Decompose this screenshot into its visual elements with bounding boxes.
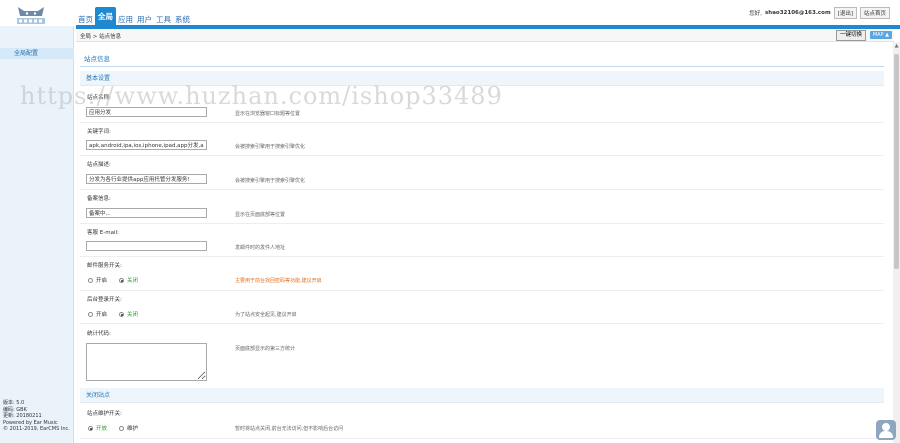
mail-switch-options: 开启 关闭 [88,276,138,284]
site-name-input[interactable] [86,107,207,117]
maintenance-label: 站点维护开关: [87,411,122,417]
service-email-label: 客服 E-mail: [87,230,119,236]
nav-global[interactable]: 全局 [95,7,116,26]
main-nav: 首页 全局 应用 用户 工具 系统 [76,7,192,26]
login-switch-options: 开启 关闭 [88,310,138,318]
quick-switch-button[interactable]: 一键切换 [835,30,866,41]
breadcrumb: 全局 > 站点信息 [80,34,122,40]
stats-code-textarea[interactable] [86,343,207,381]
row-divider [80,155,884,156]
greeting: 您好, [749,11,763,17]
sidebar: 全局配置 版本: 5.0 编码: GBK 更新: 20180211 Powere… [0,26,74,443]
page-title: 站点信息 [84,55,110,63]
page-scrollbar[interactable]: ▲ [893,42,900,443]
mail-off-label: 关闭 [127,278,139,284]
keywords-hint: 会被搜索引擎用于搜索引擎优化 [235,144,306,150]
earcms-logo [17,7,45,24]
login-off-label: 关闭 [127,312,139,318]
icp-hint: 显示在页面底部等位置 [235,212,286,218]
row-divider [80,256,884,257]
login-switch-hint: 为了站点安全起见,建议开启 [235,312,297,318]
version-info: 版本: 5.0 编码: GBK 更新: 20180211 Powered by … [3,400,70,433]
user-icon [882,423,890,431]
row-divider [80,438,884,439]
maintenance-options: 开放 维护 [88,424,138,432]
update-line: 更新: 20180211 [3,413,42,420]
user-email: shao32106@163.com [765,10,831,16]
sidebar-item-global-config[interactable]: 全局配置 [0,48,74,59]
mail-switch-label: 邮件服务开关: [87,263,122,269]
keywords-input[interactable] [86,140,207,150]
description-hint: 会被搜索引擎用于搜索引擎优化 [235,178,306,184]
row-divider [80,223,884,224]
version-line: 版本: 5.0 [3,400,25,406]
row-divider [80,122,884,123]
row-divider [80,189,884,190]
login-off-radio[interactable] [119,311,125,317]
mail-on-radio[interactable] [88,277,93,283]
row-divider [80,290,884,291]
service-email-input[interactable] [86,241,207,251]
logout-button[interactable]: [退出] [833,7,857,19]
maintenance-hint: 暂时将站点关闭,前台无法访问,但不影响后台访问 [235,426,344,432]
login-switch-label: 后台登录开关: [87,297,122,303]
site-maintain-label: 维护 [127,426,139,432]
copyright-line: © 2011-2019, EarCMS Inc. [3,426,70,433]
scroll-thumb[interactable] [894,54,899,269]
site-home-button[interactable]: 站点首页 [859,7,890,19]
scroll-up-arrow-icon[interactable]: ▲ [893,42,900,50]
section-basic-settings: 基本设置 [80,71,884,86]
avatar[interactable] [876,420,896,440]
icp-input[interactable] [86,208,207,218]
breadcrumb-bar: 全局 > 站点信息 一键切换 MAP ▲ [76,29,894,42]
service-email-hint: 发邮件时的发件人地址 [235,245,286,251]
stats-code-hint: 页面底部显示的第三方统计 [235,346,296,352]
site-name-hint: 显示在浏览器窗口标题等位置 [235,111,301,117]
mail-switch-hint: 主要用于前台找回密码等功能,建议开启 [235,278,322,284]
description-input[interactable] [86,174,207,184]
login-on-radio[interactable] [88,311,93,317]
login-on-label: 开启 [96,312,108,318]
mail-on-label: 开启 [96,278,108,284]
user-icon-body [879,431,893,438]
section-close-site: 关闭站点 [80,388,884,403]
main-content: 站点信息 基本设置 站点名称: 显示在浏览器窗口标题等位置 关键字词: 会被搜索… [80,44,884,443]
stats-code-label: 统计代码: [87,331,111,337]
title-divider [80,66,884,67]
row-divider [80,323,884,324]
mail-off-radio[interactable] [119,277,125,283]
site-open-label: 开放 [96,426,108,432]
site-open-radio[interactable] [88,425,93,431]
map-button[interactable]: MAP ▲ [869,31,892,39]
site-maintain-radio[interactable] [119,425,125,431]
keywords-label: 关键字词: [87,129,111,135]
top-header: 首页 全局 应用 用户 工具 系统 您好, shao32106@163.com … [0,0,900,26]
icp-label: 备案信息: [87,196,111,202]
user-area: 您好, shao32106@163.com [退出] 站点首页 [749,7,890,19]
site-name-label: 站点名称: [87,95,111,101]
description-label: 站点描述: [87,162,111,168]
